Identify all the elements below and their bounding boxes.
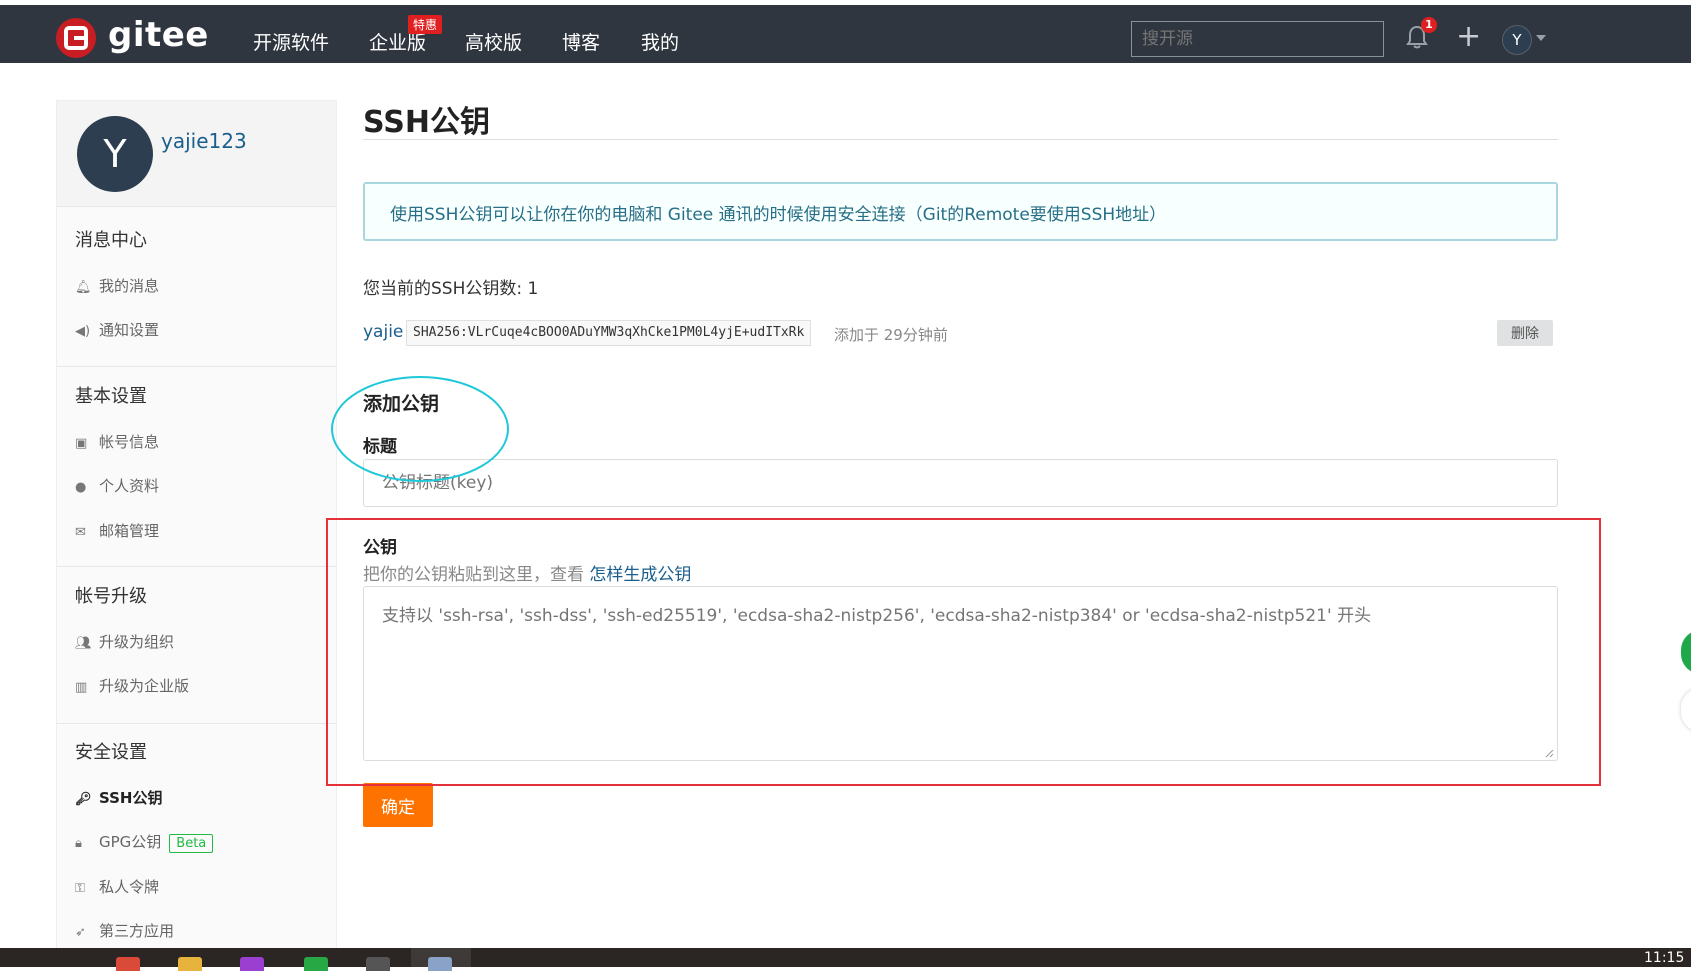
sidebar-item-notification-settings[interactable]: ◀) 通知设置: [75, 319, 159, 340]
nav-item-university[interactable]: 高校版: [465, 28, 522, 55]
sidebar-item-email[interactable]: ✉ 邮箱管理: [75, 520, 159, 541]
sidebar-item-private-tokens[interactable]: ⚿ 私人令牌: [75, 876, 159, 897]
nav-item-open-source[interactable]: 开源软件: [253, 28, 329, 55]
search-input[interactable]: [1131, 21, 1384, 57]
create-plus-icon[interactable]: +: [1456, 22, 1481, 52]
lock-icon: 🔒︎: [75, 836, 82, 851]
sidebar-item-label: SSH公钥: [99, 789, 163, 807]
sidebar-item-label: 个人资料: [99, 477, 160, 495]
sidebar-item-my-messages[interactable]: 🔔︎ 我的消息: [75, 275, 159, 296]
section-title-messages: 消息中心: [75, 230, 147, 251]
browser-icon[interactable]: [428, 957, 452, 971]
section-divider: [57, 566, 336, 567]
sidebar-item-account-info[interactable]: ▣ 帐号信息: [75, 431, 159, 452]
volume-icon: ◀): [75, 324, 91, 339]
how-to-generate-key-link[interactable]: 怎样生成公钥: [589, 565, 691, 585]
mail-icon: ✉: [75, 525, 86, 540]
top-navbar: gitee 开源软件 企业版 特惠 高校版 博客 我的 1 + Y: [0, 5, 1691, 63]
profile-username[interactable]: yajie123: [161, 129, 247, 153]
sidebar-item-third-party-apps[interactable]: ➶ 第三方应用: [75, 920, 174, 941]
ssh-key-fingerprint: SHA256:VLrCuqe4cBOO0ADuYMW3qXhCke1PM0L4y…: [406, 320, 812, 346]
avatar[interactable]: Y: [77, 116, 153, 192]
settings-sidebar: Y yajie123 消息中心 🔔︎ 我的消息 ◀) 通知设置 基本设置 ▣ 帐号信息…: [56, 100, 337, 950]
sidebar-item-upgrade-enterprise[interactable]: ▥ 升级为企业版: [75, 675, 189, 696]
section-title-account-upgrade: 帐号升级: [75, 586, 147, 607]
nav-item-blog[interactable]: 博客: [562, 28, 600, 55]
nav-item-mine[interactable]: 我的: [641, 28, 679, 55]
notification-count-badge: 1: [1421, 17, 1437, 33]
sidebar-item-label: 通知设置: [99, 321, 160, 339]
user-icon: ●: [75, 480, 87, 495]
info-message: 使用SSH公钥可以让你在你的电脑和 Gitee 通讯的时候使用安全连接（Git的…: [363, 182, 1558, 241]
profile-card: Y yajie123: [57, 101, 336, 207]
sidebar-item-gpg-keys[interactable]: 🔒︎ GPG公钥 Beta: [75, 831, 214, 853]
taskbar-clock: 11:15: [1644, 950, 1685, 966]
resize-grip-icon[interactable]: [1544, 748, 1554, 758]
sidebar-item-label: 邮箱管理: [99, 522, 160, 540]
key-field-hint: 把你的公钥粘贴到这里，查看 怎样生成公钥: [363, 560, 691, 585]
section-divider: [57, 366, 336, 367]
ssh-key-added-time: 添加于 29分钟前: [834, 326, 948, 344]
sidebar-item-label: 我的消息: [99, 277, 160, 295]
sidebar-item-ssh-keys[interactable]: 🔑︎ SSH公钥: [75, 787, 163, 808]
bell-icon: 🔔︎: [75, 280, 92, 295]
ssh-key-name: yajie: [363, 322, 404, 342]
sidebar-item-profile[interactable]: ● 个人资料: [75, 475, 159, 496]
chevron-down-icon[interactable]: [1536, 35, 1546, 41]
add-key-heading: 添加公钥: [363, 393, 440, 415]
section-title-security: 安全设置: [75, 742, 147, 763]
sidebar-item-label: 升级为组织: [99, 633, 175, 651]
sidebar-item-label: 升级为企业版: [99, 677, 190, 695]
sidebar-item-label: 帐号信息: [99, 433, 160, 451]
floating-help-button[interactable]: [1681, 630, 1691, 674]
rocket-icon: ➶: [75, 925, 86, 940]
users-icon: 👥︎: [75, 636, 92, 651]
section-title-basic-settings: 基本设置: [75, 386, 147, 407]
sidebar-item-upgrade-org[interactable]: 👥︎ 升级为组织: [75, 631, 174, 652]
ssh-key-count: 您当前的SSH公钥数: 1: [363, 279, 539, 299]
id-card-icon: ▣: [75, 436, 88, 451]
logo-text[interactable]: gitee: [108, 15, 209, 55]
sidebar-item-label: GPG公钥: [99, 833, 162, 851]
key-title-input[interactable]: [363, 459, 1558, 507]
floating-widget-button[interactable]: [1681, 688, 1691, 732]
chrome-icon[interactable]: [116, 957, 140, 971]
info-message-text: 使用SSH公钥可以让你在你的电脑和 Gitee 通讯的时候使用安全连接（Git的…: [390, 205, 1167, 225]
sidebar-item-label: 私人令牌: [99, 878, 160, 896]
ide-icon[interactable]: [240, 957, 264, 971]
sidebar-item-label: 第三方应用: [99, 922, 175, 940]
gitee-logo-icon[interactable]: [56, 18, 96, 58]
public-key-textarea[interactable]: [363, 586, 1558, 761]
key-icon: 🔑︎: [75, 792, 92, 807]
building-icon: ▥: [75, 680, 88, 695]
user-avatar-menu[interactable]: Y: [1502, 25, 1532, 55]
terminal-icon[interactable]: [366, 957, 390, 971]
enterprise-promo-badge: 特惠: [408, 15, 443, 34]
section-divider: [57, 723, 336, 724]
title-divider: [363, 139, 1558, 140]
delete-key-button[interactable]: 删除: [1497, 320, 1553, 346]
folder-icon[interactable]: [178, 957, 202, 971]
page-title: SSH公钥: [363, 105, 490, 140]
title-field-label: 标题: [363, 437, 397, 457]
beta-badge: Beta: [169, 834, 214, 853]
submit-button[interactable]: 确定: [363, 783, 433, 827]
green-app-icon[interactable]: [304, 957, 328, 971]
key-field-label: 公钥: [363, 538, 397, 558]
token-icon: ⚿: [75, 881, 85, 896]
key-hint-text: 把你的公钥粘贴到这里，查看: [363, 565, 584, 585]
